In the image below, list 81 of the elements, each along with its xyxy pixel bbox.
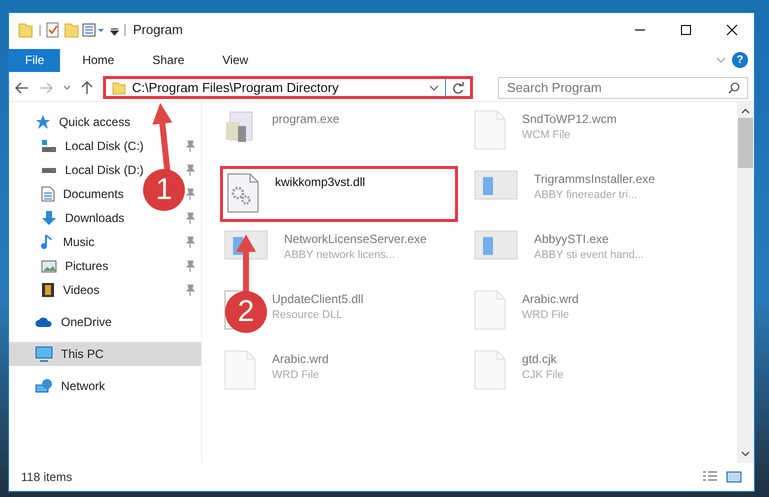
- file-name: Arabic.wrd: [272, 352, 329, 366]
- pin-icon[interactable]: [185, 188, 195, 200]
- file-type: Resource DLL: [272, 309, 344, 321]
- music-note-icon: [41, 234, 55, 250]
- quick-access-toolbar-icon[interactable]: [17, 20, 127, 38]
- blank-file-icon: [474, 110, 506, 150]
- pin-icon[interactable]: [185, 260, 195, 272]
- picture-icon: [41, 260, 57, 272]
- sidebar-item[interactable]: OneDrive: [9, 310, 116, 334]
- file-name: NetworkLicenseServer.exe: [284, 232, 427, 246]
- sidebar-item[interactable]: Local Disk (C:): [9, 134, 148, 158]
- pin-icon[interactable]: [185, 284, 195, 296]
- file-name: program.exe: [272, 112, 340, 126]
- up-arrow-icon[interactable]: [81, 80, 93, 94]
- blank-file-icon: [224, 350, 256, 390]
- file-type: WRD File: [522, 309, 570, 321]
- blank-file-icon: [474, 350, 506, 390]
- ribbon-tab[interactable]: View: [206, 48, 264, 72]
- chevron-down-icon[interactable]: [63, 84, 71, 90]
- file-type: ABBY network licens...: [284, 249, 396, 261]
- chevron-down-icon[interactable]: [741, 451, 750, 457]
- file-name: Arabic.wrd: [522, 292, 579, 306]
- drive-icon: [41, 139, 57, 153]
- file-type: ABBY sti event hand...: [534, 249, 644, 261]
- file-item[interactable]: kwikkomp3vst.dll: [220, 166, 458, 222]
- back-arrow-icon[interactable]: [15, 82, 29, 94]
- network-icon: [35, 378, 53, 394]
- cloud-icon: [35, 316, 53, 328]
- sidebar-item[interactable]: Documents: [9, 182, 128, 206]
- gear-file-icon: [227, 173, 259, 213]
- search-icon: [728, 82, 740, 94]
- scrollbar-thumb[interactable]: [738, 118, 753, 168]
- maximize-icon[interactable]: [680, 24, 692, 36]
- details-view-icon[interactable]: [702, 471, 718, 483]
- application-window-icon: [474, 230, 518, 260]
- window-title: Program: [133, 22, 183, 37]
- refresh-icon[interactable]: [452, 82, 464, 94]
- sidebar-item[interactable]: Music: [9, 230, 98, 254]
- scrollbar[interactable]: [737, 102, 754, 463]
- sidebar-item[interactable]: Quick access: [9, 110, 134, 134]
- large-icons-view-icon[interactable]: [726, 471, 742, 483]
- file-type: ABBY finereader tri...: [534, 189, 638, 201]
- drive-icon: [41, 167, 57, 173]
- item-count: 118 items: [21, 470, 72, 484]
- search-field[interactable]: Search Program: [498, 76, 748, 98]
- file-type: CJK File: [522, 369, 564, 381]
- file-name: kwikkomp3vst.dll: [275, 175, 366, 189]
- ribbon-tab[interactable]: File: [9, 48, 60, 72]
- help-button[interactable]: ?: [732, 52, 748, 68]
- ribbon-tab[interactable]: Share: [136, 48, 200, 72]
- ribbon-tab[interactable]: Home: [66, 48, 130, 72]
- file-name: SndToWP12.wcm: [522, 112, 617, 126]
- document-icon: [41, 186, 55, 202]
- file-name: UpdateClient5.dll: [272, 292, 364, 306]
- step-number-badge: 1: [143, 169, 185, 211]
- pin-icon[interactable]: [185, 164, 195, 176]
- film-icon: [41, 282, 55, 298]
- file-name: gtd.cjk: [522, 352, 558, 366]
- chevron-down-icon[interactable]: [429, 84, 439, 92]
- blank-file-icon: [474, 290, 506, 330]
- sidebar-item[interactable]: Network: [9, 374, 110, 398]
- pin-icon[interactable]: [185, 212, 195, 224]
- file-name: AbbyySTI.exe: [534, 232, 610, 246]
- close-icon[interactable]: [726, 24, 738, 36]
- folder-icon: [112, 80, 126, 94]
- address-bar[interactable]: C:\Program Files\Program Directory: [103, 76, 473, 99]
- sidebar-item[interactable]: Pictures: [9, 254, 112, 278]
- file-type: WRD File: [272, 369, 320, 381]
- step-number-badge: 2: [225, 291, 267, 333]
- sidebar-item[interactable]: This PC: [9, 342, 201, 366]
- monitor-icon: [35, 346, 53, 362]
- pin-icon[interactable]: [185, 236, 195, 248]
- file-type: WCM File: [522, 129, 572, 141]
- file-name: TrigrammsInstaller.exe: [534, 172, 655, 186]
- application-window-icon: [474, 170, 518, 200]
- sidebar-item[interactable]: Downloads: [9, 206, 128, 230]
- pin-icon[interactable]: [185, 140, 195, 152]
- star-icon: [35, 114, 51, 130]
- chevron-up-icon[interactable]: [741, 108, 750, 114]
- sidebar-item[interactable]: Videos: [9, 278, 104, 302]
- download-arrow-icon: [41, 210, 57, 226]
